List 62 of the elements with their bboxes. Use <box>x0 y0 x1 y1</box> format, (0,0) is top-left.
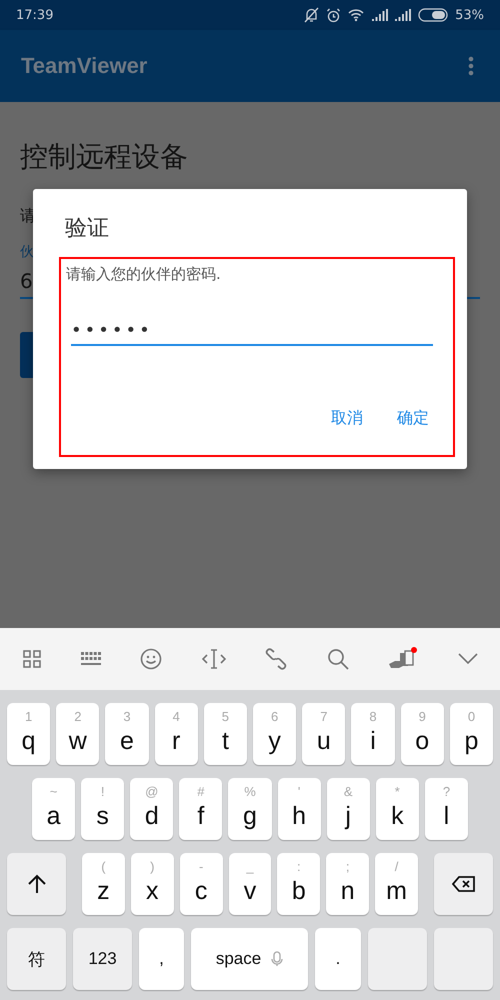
battery-icon <box>418 8 448 22</box>
arrow-up-icon <box>26 873 48 895</box>
bell-off-icon <box>304 7 320 23</box>
letter-key[interactable]: 2 w <box>56 703 100 765</box>
status-time: 17:39 <box>16 8 54 22</box>
keyboard-icon[interactable] <box>80 652 101 666</box>
alarm-icon <box>326 8 342 22</box>
more-options-icon[interactable] <box>468 56 474 76</box>
letter-key[interactable]: # f <box>179 778 222 840</box>
letter-key[interactable]: ' h <box>278 778 321 840</box>
backspace-key[interactable] <box>434 853 494 915</box>
card-icon[interactable] <box>388 647 418 671</box>
dialog-button[interactable]: 取消 <box>329 404 365 433</box>
letter-key[interactable]: & j <box>326 778 370 840</box>
letter-key[interactable]: 5 t <box>204 703 248 765</box>
letter-key[interactable]: ~ a <box>32 778 76 840</box>
signal-icon <box>372 9 388 21</box>
letter-key[interactable]: 3 e <box>105 703 149 765</box>
letter-key[interactable]: 6 y <box>253 703 296 765</box>
wifi-icon <box>348 8 366 22</box>
dialog-title: 验证 <box>65 215 110 243</box>
letter-key[interactable]: 8 i <box>351 703 395 765</box>
signal-icon <box>395 9 412 21</box>
letter-key[interactable]: * k <box>376 778 419 840</box>
link-icon[interactable] <box>265 648 288 670</box>
dialog-message: 请输入您的伙伴的密码. <box>66 265 222 284</box>
letter-key[interactable]: 9 o <box>400 703 444 765</box>
function-key[interactable]: 符 <box>7 928 66 990</box>
letter-key[interactable]: ? l <box>424 778 468 840</box>
dialog-button[interactable]: 确定 <box>395 404 431 433</box>
letter-key[interactable]: ! s <box>81 778 124 840</box>
password-field[interactable]: •••••• <box>71 320 433 346</box>
microphone-icon <box>271 951 284 967</box>
search-icon[interactable] <box>326 648 349 670</box>
letter-key[interactable]: ( z <box>82 853 125 915</box>
page-heading: 控制远程设备 <box>20 139 189 175</box>
field-label: 伙 <box>20 243 34 261</box>
shift-key[interactable] <box>7 853 66 915</box>
function-key[interactable]: 123 <box>73 928 132 990</box>
letter-key[interactable]: 0 p <box>450 703 494 765</box>
chevron-down-icon[interactable] <box>458 653 478 665</box>
letter-key[interactable]: _ v <box>228 853 272 915</box>
app-title: TeamViewer <box>21 53 148 79</box>
letter-key[interactable]: - c <box>180 853 223 915</box>
letter-key[interactable]: 1 q <box>7 703 50 765</box>
letter-key[interactable]: / m <box>375 853 418 915</box>
letter-key[interactable]: ) x <box>130 853 174 915</box>
battery-percent: 53% <box>455 8 484 22</box>
letter-key[interactable]: ; n <box>326 853 370 915</box>
letter-key[interactable]: : b <box>277 853 320 915</box>
letter-key[interactable]: % g <box>228 778 272 840</box>
punctuation-key[interactable]: . <box>315 928 361 990</box>
grid-icon[interactable] <box>23 650 41 668</box>
backspace-icon <box>452 876 476 892</box>
text-cursor-icon[interactable] <box>202 649 226 669</box>
letter-key[interactable]: @ d <box>130 778 174 840</box>
field-label: 请 <box>20 206 36 227</box>
punctuation-key[interactable]: , <box>139 928 184 990</box>
letter-key[interactable]: 4 r <box>154 703 198 765</box>
space-key[interactable]: space <box>191 928 308 990</box>
letter-key[interactable]: 7 u <box>302 703 346 765</box>
smiley-icon[interactable] <box>140 648 162 670</box>
